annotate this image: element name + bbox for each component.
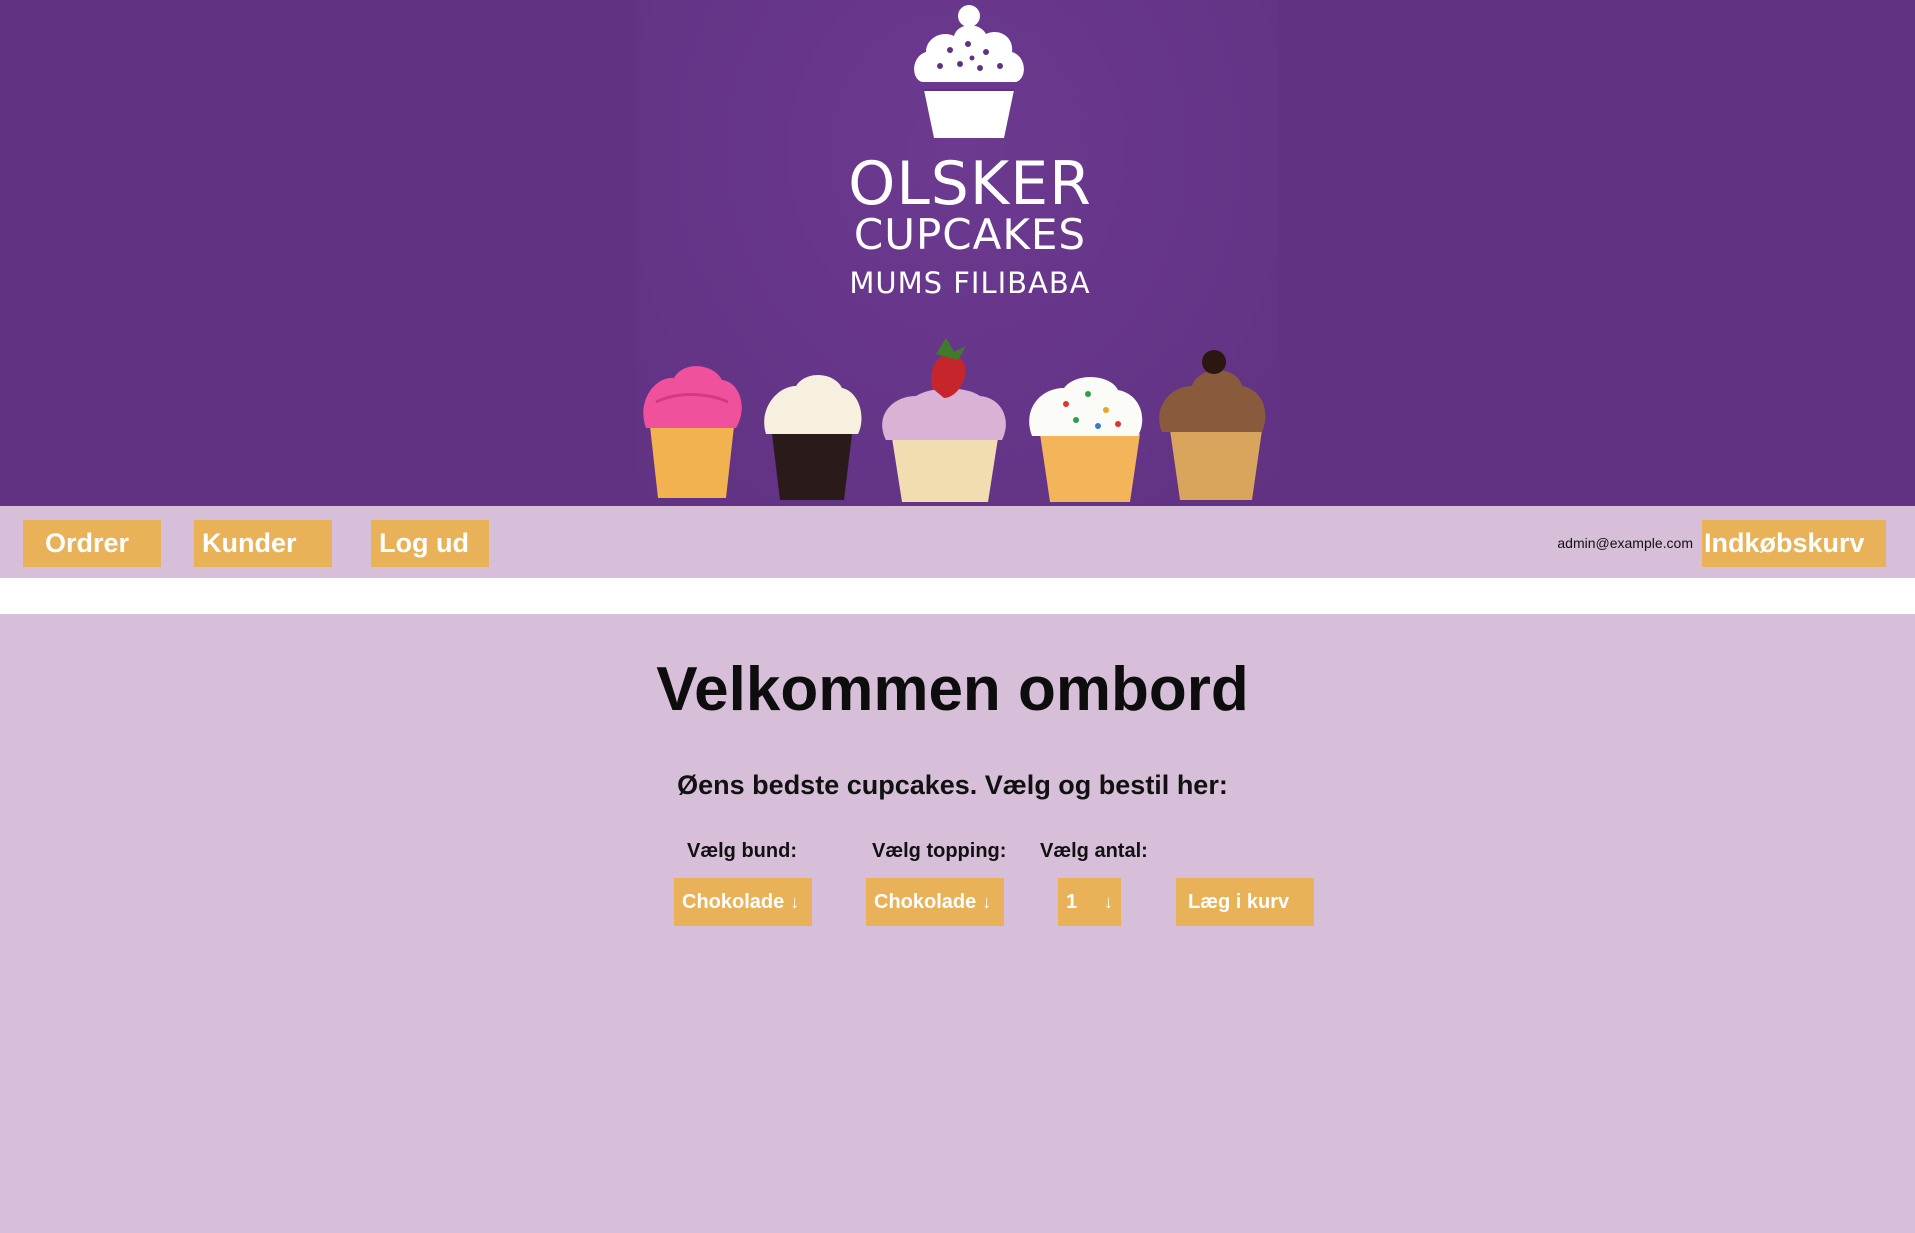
cupcake-logo-icon (914, 5, 1024, 138)
bottom-label: Vælg bund: (687, 840, 797, 862)
quantity-label: Vælg antal: (1040, 840, 1148, 862)
pink-cupcake (643, 366, 742, 498)
chocolate-cupcake (1159, 350, 1266, 500)
logout-button[interactable]: Log ud (371, 520, 489, 567)
customers-button[interactable]: Kunder (194, 520, 332, 567)
page-subtitle: Øens bedste cupcakes. Vælg og bestil her… (677, 770, 1228, 800)
chevron-down-icon: ↓ (1104, 891, 1113, 912)
divider (0, 578, 1915, 614)
orders-button[interactable]: Ordrer (23, 520, 161, 567)
add-to-cart-button[interactable]: Læg i kurv (1176, 878, 1314, 926)
bottom-select-value: Chokolade (682, 890, 785, 913)
bottom-select[interactable]: Chokolade ↓ (674, 878, 812, 926)
brand-tagline: MUMS FILIBABA (849, 266, 1091, 300)
strawberry-cupcake (882, 338, 1006, 502)
page-title: Velkommen ombord (656, 655, 1249, 724)
user-email: admin@example.com (1557, 535, 1693, 551)
cart-button[interactable]: Indkøbskurv (1702, 520, 1886, 567)
sprinkles-cupcake (1029, 376, 1143, 502)
topping-select[interactable]: Chokolade ↓ (866, 878, 1004, 926)
main-content: Velkommen ombord Øens bedste cupcakes. V… (0, 614, 1915, 1233)
navbar: Ordrer Kunder Log ud admin@example.com I… (0, 506, 1915, 578)
cream-chocolate-cupcake (764, 374, 862, 500)
topping-select-value: Chokolade (874, 890, 977, 913)
chevron-down-icon: ↓ (982, 891, 992, 912)
quantity-select[interactable]: 1 ↓ (1058, 878, 1121, 926)
brand-name-line1: OLSKER (848, 149, 1092, 219)
cupcakes-illustration (643, 338, 1266, 502)
chevron-down-icon: ↓ (790, 891, 800, 912)
topping-label: Vælg topping: (872, 840, 1007, 862)
brand-name-line2: CUPCAKES (853, 210, 1087, 259)
quantity-select-value: 1 (1066, 890, 1078, 913)
